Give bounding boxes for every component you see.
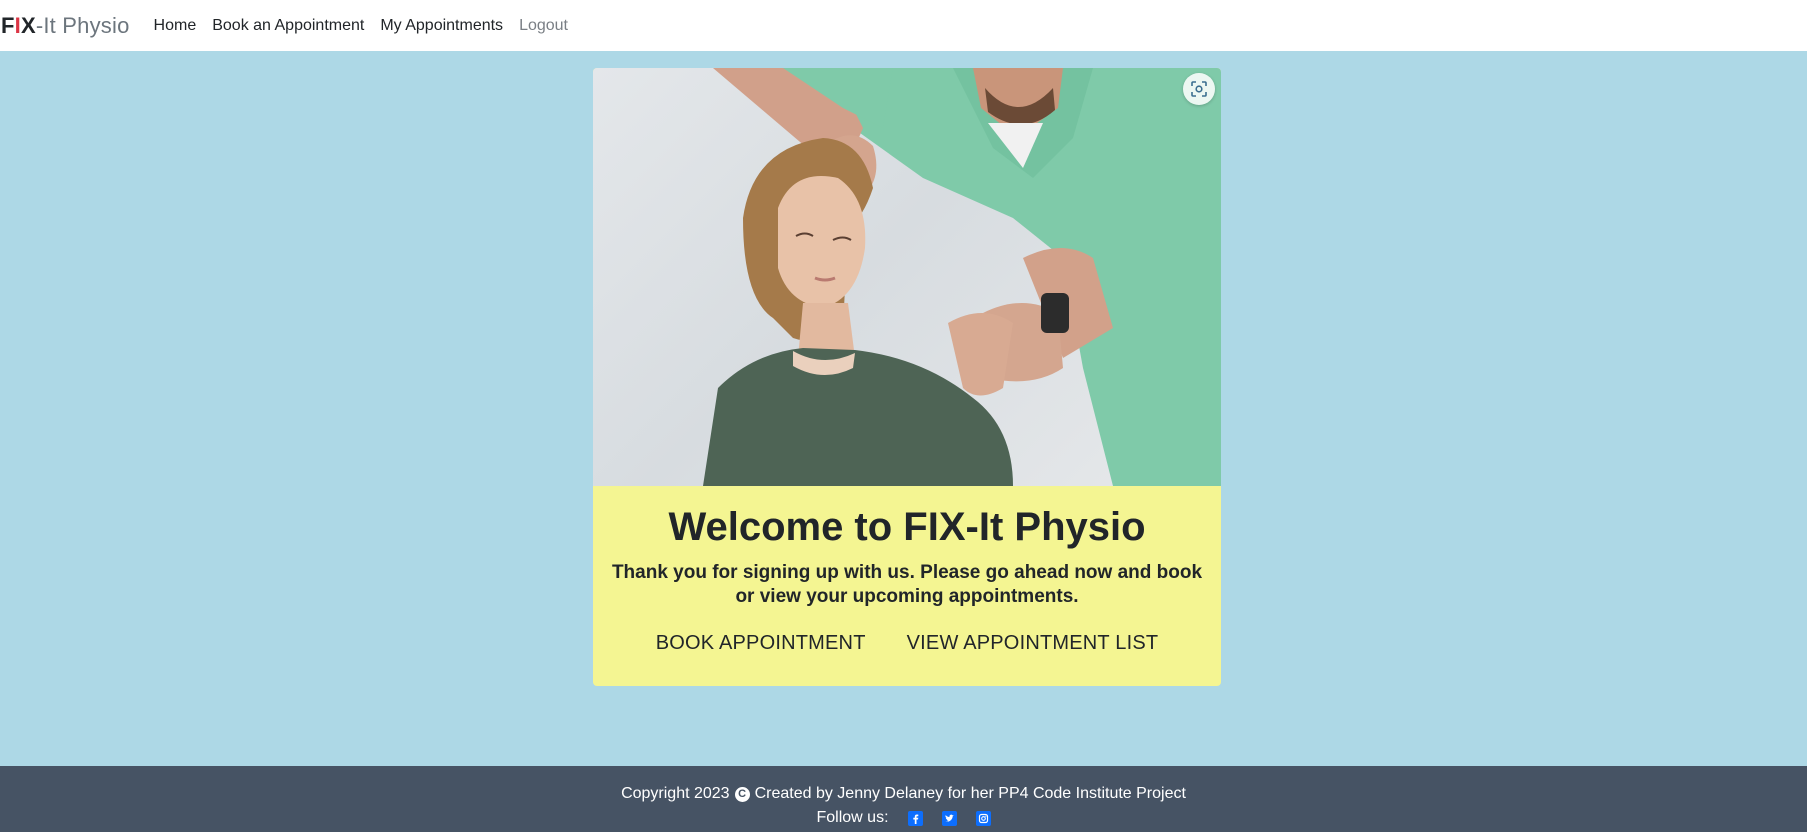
hero-image <box>593 68 1221 486</box>
physio-illustration <box>703 68 1221 486</box>
welcome-card: Welcome to FIX-It Physio Thank you for s… <box>593 68 1221 686</box>
welcome-text: Thank you for signing up with us. Please… <box>611 562 1203 607</box>
nav-my-appointments[interactable]: My Appointments <box>380 17 503 35</box>
view-appointment-list-button[interactable]: VIEW APPOINTMENT LIST <box>907 632 1159 655</box>
copyright-suffix: Created by Jenny Delaney for her PP4 Cod… <box>754 785 1186 802</box>
instagram-icon[interactable] <box>975 810 991 826</box>
nav-book-appointment[interactable]: Book an Appointment <box>212 17 364 35</box>
copyright-prefix: Copyright 2023 <box>621 785 730 802</box>
follow-line: Follow us: <box>0 808 1807 828</box>
visual-search-icon <box>1191 81 1207 97</box>
nav-logout[interactable]: Logout <box>519 17 568 35</box>
navbar: FIX-It Physio Home Book an Appointment M… <box>0 0 1807 51</box>
brand-letter-x: X <box>20 12 36 38</box>
footer: Copyright 2023 C Created by Jenny Delane… <box>0 766 1807 832</box>
follow-label: Follow us: <box>816 809 889 826</box>
brand-suffix: -It Physio <box>35 12 130 38</box>
card-actions: BOOK APPOINTMENT VIEW APPOINTMENT LIST <box>593 632 1221 655</box>
copyright-line: Copyright 2023 C Created by Jenny Delane… <box>0 784 1807 804</box>
nav-home[interactable]: Home <box>154 17 197 35</box>
copyright-icon: C <box>734 786 750 802</box>
book-appointment-button[interactable]: BOOK APPOINTMENT <box>656 632 866 655</box>
visual-search-button[interactable] <box>1183 73 1215 105</box>
welcome-title: Welcome to FIX-It Physio <box>668 505 1146 549</box>
twitter-icon[interactable] <box>941 810 957 826</box>
brand-letter-f: F <box>1 12 15 38</box>
card-body: Welcome to FIX-It Physio Thank you for s… <box>593 486 1221 655</box>
brand-logo[interactable]: FIX-It Physio <box>1 13 130 39</box>
facebook-icon[interactable] <box>907 810 923 826</box>
